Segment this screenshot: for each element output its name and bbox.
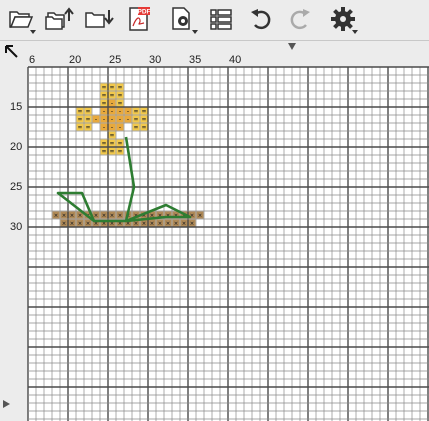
orange-stitch-symbol: - bbox=[102, 116, 106, 124]
yellow-stitch-symbol: = bbox=[118, 84, 122, 92]
yellow-stitch-symbol: = bbox=[110, 92, 114, 100]
yellow-stitch-symbol: = bbox=[134, 116, 138, 124]
brown-stitch-symbol: × bbox=[94, 212, 98, 220]
yellow-stitch-symbol: = bbox=[86, 124, 90, 132]
yellow-stitch-symbol: = bbox=[118, 92, 122, 100]
yellow-stitch-symbol: = bbox=[78, 116, 82, 124]
stitch-chart[interactable]: = = == = == == = = == = = == = = === = == = =-- - - -- - - - -- - -… bbox=[0, 0, 429, 421]
orange-stitch-symbol: - bbox=[118, 108, 122, 116]
yellow-stitch-symbol: = bbox=[78, 108, 82, 116]
yellow-stitch-symbol: = bbox=[134, 124, 138, 132]
orange-stitch-symbol: - bbox=[94, 116, 98, 124]
yellow-stitch-symbol: = bbox=[102, 148, 106, 156]
yellow-stitch-symbol: = bbox=[134, 108, 138, 116]
brown-stitch-symbol: × bbox=[102, 212, 106, 220]
orange-stitch-symbol: - bbox=[110, 108, 114, 116]
orange-stitch-symbol: - bbox=[118, 124, 122, 132]
brown-stitch-symbol: × bbox=[190, 212, 194, 220]
yellow-stitch-symbol: = bbox=[142, 124, 146, 132]
yellow-stitch-symbol: = bbox=[86, 108, 90, 116]
brown-stitch-symbol: × bbox=[118, 212, 122, 220]
brown-stitch-symbol: × bbox=[198, 212, 202, 220]
yellow-stitch-symbol: = bbox=[118, 148, 122, 156]
orange-stitch-symbol: - bbox=[102, 108, 106, 116]
orange-stitch-symbol: - bbox=[110, 116, 114, 124]
orange-stitch-symbol: - bbox=[102, 124, 106, 132]
yellow-stitch-symbol: = bbox=[110, 84, 114, 92]
yellow-stitch-symbol: = bbox=[78, 124, 82, 132]
orange-stitch-symbol: - bbox=[110, 124, 114, 132]
brown-stitch-symbol: × bbox=[62, 212, 66, 220]
orange-stitch-symbol: - bbox=[126, 116, 130, 124]
brown-stitch-symbol: × bbox=[110, 212, 114, 220]
yellow-stitch-symbol: = bbox=[102, 92, 106, 100]
yellow-stitch-symbol: = bbox=[102, 84, 106, 92]
brown-stitch-symbol: × bbox=[54, 212, 58, 220]
brown-stitch-symbol: × bbox=[70, 212, 74, 220]
yellow-stitch-symbol: = bbox=[142, 116, 146, 124]
yellow-stitch-symbol: = bbox=[110, 148, 114, 156]
orange-stitch-symbol: - bbox=[126, 108, 130, 116]
yellow-stitch-symbol: = bbox=[86, 116, 90, 124]
orange-stitch-symbol: - bbox=[118, 116, 122, 124]
yellow-stitch-symbol: = bbox=[142, 108, 146, 116]
yellow-stitch-symbol: = bbox=[110, 132, 114, 140]
